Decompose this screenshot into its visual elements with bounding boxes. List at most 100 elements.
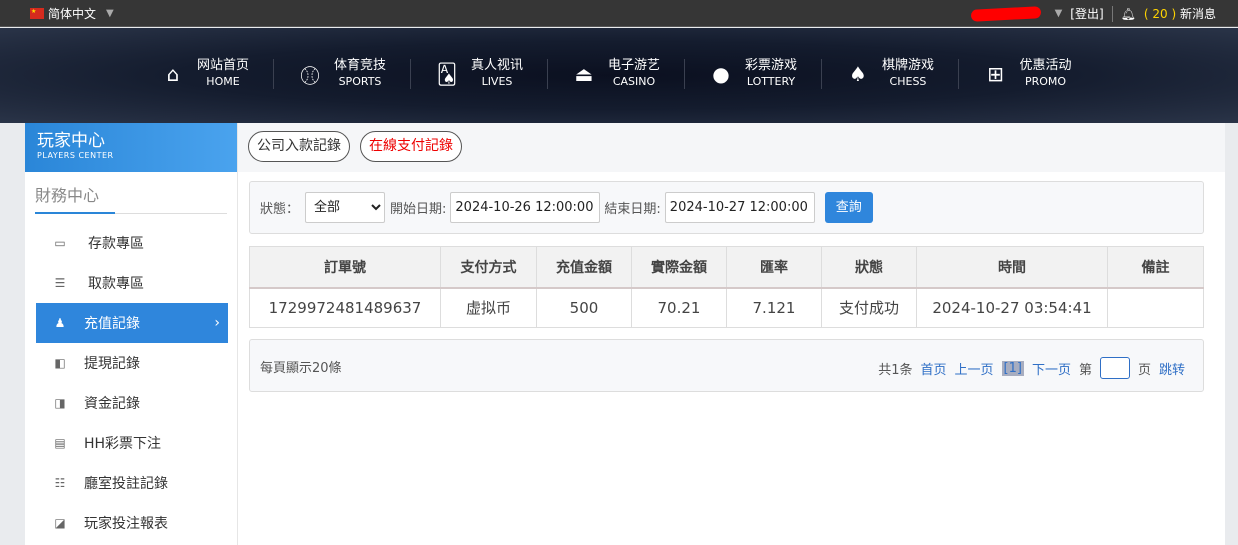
sidebar-item-label: HH彩票下注: [84, 436, 162, 452]
records-table: 訂單號 支付方式 充值金額 實際金額 匯率 狀態 時間 備註 172997248…: [249, 246, 1204, 328]
nav-sublabel: CHESS: [889, 75, 927, 88]
status-select[interactable]: 全部: [305, 192, 386, 223]
nav-sublabel: LOTTERY: [746, 75, 796, 88]
nav-label: 体育竞技: [333, 58, 386, 73]
start-date-input[interactable]: [450, 192, 601, 223]
main-nav: ⌂ 网站首页 HOME ⚾︎ 体育竞技 SPORTS 🂡︎ 真人视讯 LIVES ⏏︎ 电子游…: [0, 28, 1238, 123]
nav-label: 彩票游戏: [744, 58, 797, 73]
nav-sports[interactable]: ⚾︎ 体育竞技 SPORTS: [274, 58, 411, 89]
nav-lottery[interactable]: ● 彩票游戏 LOTTERY: [685, 58, 822, 89]
total-count: 共1条: [878, 362, 913, 378]
wallet-icon: ◧: [54, 356, 66, 370]
per-page-label: 每頁顯示20條: [260, 361, 342, 376]
prev-page-link[interactable]: 上一页: [955, 359, 994, 378]
chart-icon: ◪: [54, 516, 66, 530]
nav-label: 网站首页: [196, 58, 249, 73]
redacted-username[interactable]: [970, 5, 1041, 22]
language-label: 简体中文: [48, 7, 97, 21]
header-remark: 備註: [1107, 246, 1204, 289]
sidebar-item-withdraw[interactable]: ☰ 取款專區: [36, 263, 228, 303]
jump-button[interactable]: 跳转: [1159, 359, 1185, 378]
nav-home[interactable]: ⌂ 网站首页 HOME: [137, 58, 274, 89]
gift-icon: ⊞: [987, 62, 1004, 86]
top-bar: 简体中文 ▼ ▼ [登出] 🔔︎ ( 20 ) 新消息: [0, 0, 1238, 27]
page-prefix: 第: [1078, 362, 1092, 378]
nav-promo[interactable]: ⊞ 优惠活动 PROMO: [959, 58, 1096, 89]
sidebar-subtitle: PLAYERS CENTER: [37, 151, 114, 160]
bell-icon[interactable]: 🔔︎: [1121, 7, 1136, 21]
hand-money-icon: ☰: [54, 276, 66, 290]
card-icon: ▭: [54, 236, 66, 250]
sidebar-item-bet-report[interactable]: ◪ 玩家投注報表: [36, 503, 228, 543]
tab-company-deposit-records[interactable]: 公司入款記錄: [248, 131, 350, 162]
caret-down-icon[interactable]: ▼: [1055, 8, 1063, 19]
nav-sublabel: CASINO: [612, 75, 656, 88]
chevron-right-icon: ›: [214, 315, 220, 331]
nav-chess[interactable]: ♠ 棋牌游戏 CHESS: [822, 58, 959, 89]
nav-lives[interactable]: 🂡︎ 真人视讯 LIVES: [411, 58, 548, 89]
status-label: 狀態：: [260, 202, 300, 217]
header-payment-method: 支付方式: [440, 246, 537, 289]
cell-payment-method: 虚拟币: [440, 287, 537, 328]
sidebar: 玩家中心 PLAYERS CENTER 財務中心 ▭ 存款專區 ☰ 取款專區 ♟ 充值記…: [25, 123, 238, 545]
page-number-input[interactable]: [1099, 357, 1130, 379]
language-selector[interactable]: 简体中文 ▼: [30, 5, 114, 22]
sidebar-item-label: 取款專區: [88, 276, 144, 292]
header-time: 時間: [916, 246, 1108, 289]
query-button[interactable]: 查詢: [824, 192, 873, 223]
header-actual-amount: 實際金額: [631, 246, 727, 289]
list-icon: ▤: [54, 436, 66, 450]
home-icon: ⌂: [166, 62, 180, 86]
header-rate: 匯率: [726, 246, 822, 289]
logout-link[interactable]: [登出]: [1070, 5, 1103, 22]
next-page-link[interactable]: 下一页: [1032, 359, 1071, 378]
sidebar-header: 玩家中心 PLAYERS CENTER: [25, 123, 237, 172]
player-center-panel: 玩家中心 PLAYERS CENTER 財務中心 ▭ 存款專區 ☰ 取款專區 ♟ 充值記…: [25, 123, 1225, 545]
message-count[interactable]: ( 20 ): [1144, 7, 1176, 21]
checklist-icon: ☷: [54, 476, 66, 490]
header-order-no: 訂單號: [249, 246, 441, 289]
filter-bar: 狀態： 全部 開始日期: 結束日期: 查詢: [249, 181, 1204, 234]
nav-label: 电子游艺: [607, 58, 660, 73]
cell-recharge-amount: 500: [536, 287, 632, 328]
joystick-icon: ⏏︎: [574, 62, 594, 86]
sidebar-item-deposit[interactable]: ▭ 存款專區: [36, 223, 228, 263]
sidebar-item-label: 玩家投注報表: [84, 516, 168, 532]
sidebar-item-fund-records[interactable]: ◨ 資金記錄: [36, 383, 228, 423]
nav-label: 棋牌游戏: [881, 58, 934, 73]
first-page-link[interactable]: 首页: [920, 359, 946, 378]
current-page[interactable]: [1]: [1001, 360, 1024, 376]
cash-icon: ◨: [54, 396, 66, 410]
sidebar-item-label: 廳室投註記錄: [84, 476, 168, 492]
header-status: 狀態: [821, 246, 917, 289]
sidebar-item-label: 存款專區: [88, 236, 144, 252]
page-suffix: 页: [1137, 362, 1151, 378]
sidebar-item-lottery-bets[interactable]: ▤ HH彩票下注: [36, 423, 228, 463]
sidebar-title: 玩家中心: [37, 131, 105, 151]
sidebar-item-hall-bets[interactable]: ☷ 廳室投註記錄: [36, 463, 228, 503]
pagination: 每頁顯示20條 共1条 首页 上一页 [1] 下一页 第 页 跳转: [249, 339, 1204, 392]
messages-link[interactable]: 新消息: [1180, 7, 1216, 21]
sidebar-item-label: 資金記錄: [84, 396, 140, 412]
start-date-label: 開始日期:: [390, 202, 447, 217]
tab-online-payment-records[interactable]: 在線支付記錄: [360, 131, 462, 162]
sidebar-item-recharge-records[interactable]: ♟ 充值記錄 ›: [36, 303, 228, 343]
section-title: 財務中心: [35, 182, 227, 214]
sidebar-item-withdraw-records[interactable]: ◧ 提現記錄: [36, 343, 228, 383]
content-area: 公司入款記錄 在線支付記錄 狀態： 全部 開始日期: 結束日期: 查詢 訂單號 …: [238, 123, 1225, 545]
lottery-balls-icon: ●: [712, 62, 730, 86]
caret-down-icon: ▼: [106, 8, 114, 19]
nav-casino[interactable]: ⏏︎ 电子游艺 CASINO: [548, 58, 685, 89]
spade-icon: ♠: [849, 62, 867, 86]
cards-icon: 🂡︎: [436, 62, 458, 86]
cell-actual-amount: 70.21: [631, 287, 727, 328]
header-recharge-amount: 充值金額: [536, 246, 632, 289]
money-bag-icon: ♟: [54, 316, 66, 330]
cell-remark: [1107, 287, 1204, 328]
end-date-input[interactable]: [664, 192, 815, 223]
cell-order-no: 1729972481489637: [249, 287, 441, 328]
nav-sublabel: HOME: [206, 75, 240, 88]
ball-icon: ⚾︎: [299, 63, 320, 88]
sidebar-item-label: 充值記錄: [84, 316, 140, 332]
sidebar-item-label: 提現記錄: [84, 356, 140, 372]
